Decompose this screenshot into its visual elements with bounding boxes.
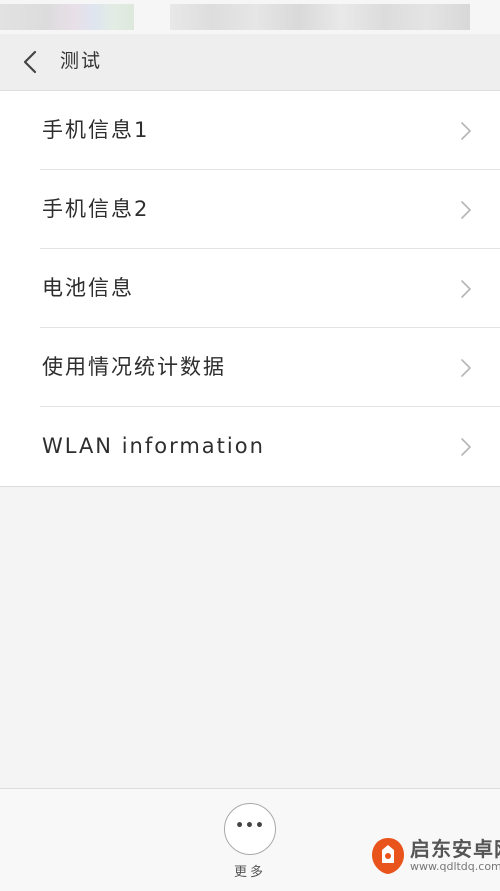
list-item-phone-info-1[interactable]: 手机信息1: [0, 91, 500, 170]
watermark-name: 启东安卓网: [410, 837, 500, 861]
more-label: 更多: [233, 865, 266, 880]
ellipsis-icon: •••: [235, 818, 265, 834]
list-item-battery-info[interactable]: 电池信息: [0, 249, 500, 328]
blurred-status-icons: [0, 4, 134, 30]
list-item-label: 电池信息: [42, 276, 134, 300]
chevron-right-icon: [461, 122, 471, 140]
watermark-logo-icon: [372, 838, 404, 874]
list-item-usage-stats[interactable]: 使用情况统计数据: [0, 328, 500, 407]
blurred-status-text: [170, 4, 470, 30]
list-item-label: 手机信息2: [42, 197, 150, 221]
app-header: 测试: [0, 34, 500, 91]
watermark: 启东安卓网 www.qdltdq.com: [370, 830, 500, 886]
page-title: 测试: [60, 50, 103, 72]
settings-list: 手机信息1 手机信息2 电池信息 使用情况统计数据 WLAN informati…: [0, 91, 500, 487]
list-item-label: 手机信息1: [42, 118, 150, 142]
chevron-right-icon: [461, 359, 471, 377]
status-bar: [0, 0, 500, 34]
list-item-phone-info-2[interactable]: 手机信息2: [0, 170, 500, 249]
more-button[interactable]: •••: [224, 803, 276, 855]
chevron-right-icon: [461, 280, 471, 298]
empty-content-area: [0, 487, 500, 788]
chevron-right-icon: [461, 201, 471, 219]
chevron-right-icon: [461, 438, 471, 456]
list-item-label: 使用情况统计数据: [42, 355, 226, 379]
list-item-wlan-information[interactable]: WLAN information: [0, 407, 500, 486]
watermark-url: www.qdltdq.com: [410, 860, 500, 873]
list-item-label: WLAN information: [42, 434, 265, 458]
chevron-left-icon[interactable]: [18, 48, 44, 76]
